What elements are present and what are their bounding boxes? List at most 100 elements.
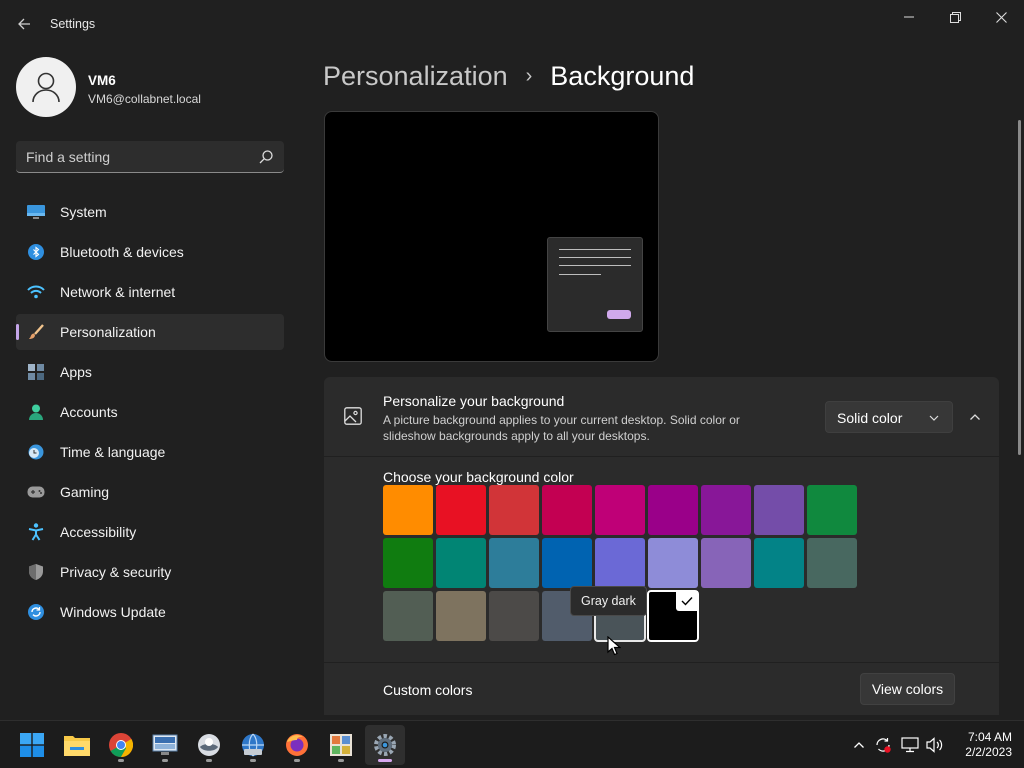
taskbar-settings[interactable] bbox=[365, 725, 405, 765]
title-bar: Settings bbox=[0, 0, 1024, 48]
choose-color-label: Choose your background color bbox=[383, 469, 574, 485]
sidebar-item-apps[interactable]: Apps bbox=[16, 354, 284, 390]
minimize-button[interactable] bbox=[886, 4, 932, 30]
color-swatch[interactable] bbox=[542, 485, 592, 535]
sidebar-item-system[interactable]: System bbox=[16, 194, 284, 230]
clock-time: 7:04 AM bbox=[967, 730, 1012, 744]
color-swatch[interactable] bbox=[383, 538, 433, 588]
user-icon bbox=[32, 72, 60, 103]
sidebar-item-label: Windows Update bbox=[60, 604, 166, 620]
color-swatch[interactable] bbox=[701, 485, 751, 535]
sidebar-item-label: Bluetooth & devices bbox=[60, 244, 184, 260]
apps-icon bbox=[27, 363, 45, 381]
sidebar-item-bluetooth[interactable]: Bluetooth & devices bbox=[16, 234, 284, 270]
color-tooltip: Gray dark bbox=[570, 586, 647, 616]
chevron-up-icon bbox=[854, 742, 864, 748]
taskbar-app[interactable] bbox=[189, 725, 229, 765]
taskbar-control-panel[interactable] bbox=[321, 725, 361, 765]
chevron-up-icon bbox=[970, 414, 980, 420]
sidebar-item-network[interactable]: Network & internet bbox=[16, 274, 284, 310]
color-swatch[interactable] bbox=[436, 591, 486, 641]
color-swatch[interactable] bbox=[383, 591, 433, 641]
running-indicator bbox=[250, 759, 256, 762]
sidebar-item-personalization[interactable]: Personalization bbox=[16, 314, 284, 350]
sidebar-item-privacy-security[interactable]: Privacy & security bbox=[16, 554, 284, 590]
color-swatch[interactable] bbox=[648, 485, 698, 535]
sidebar-item-gaming[interactable]: Gaming bbox=[16, 474, 284, 510]
taskbar-chrome[interactable] bbox=[101, 725, 141, 765]
personalize-title: Personalize your background bbox=[383, 393, 565, 409]
color-swatch[interactable] bbox=[647, 590, 699, 642]
sidebar-item-accounts[interactable]: Accounts bbox=[16, 394, 284, 430]
breadcrumb-parent[interactable]: Personalization bbox=[323, 61, 508, 92]
scrollbar[interactable] bbox=[1018, 120, 1021, 455]
color-swatch[interactable] bbox=[807, 485, 857, 535]
color-swatch[interactable] bbox=[754, 485, 804, 535]
color-swatch[interactable] bbox=[754, 538, 804, 588]
running-indicator bbox=[162, 759, 168, 762]
taskbar-remote-desktop[interactable] bbox=[145, 725, 185, 765]
avatar bbox=[16, 57, 76, 117]
sidebar-item-accessibility[interactable]: Accessibility bbox=[16, 514, 284, 550]
volume-icon bbox=[926, 737, 943, 753]
search-box[interactable] bbox=[16, 141, 284, 173]
back-button[interactable] bbox=[10, 10, 38, 38]
network-icon bbox=[901, 737, 919, 753]
color-swatch[interactable] bbox=[595, 485, 645, 535]
user-card[interactable]: VM6 VM6@collabnet.local bbox=[16, 57, 286, 119]
personalize-background-card: Personalize your background A picture ba… bbox=[324, 377, 999, 456]
user-name: VM6 bbox=[88, 73, 116, 88]
collapse-button[interactable] bbox=[963, 403, 987, 431]
background-color-section: Choose your background color bbox=[324, 457, 999, 662]
running-indicator bbox=[294, 759, 300, 762]
wifi-icon bbox=[27, 283, 45, 301]
sidebar-item-label: Network & internet bbox=[60, 284, 176, 300]
sidebar-item-time-language[interactable]: Time & language bbox=[16, 434, 284, 470]
shield-icon bbox=[27, 563, 45, 581]
clock-globe-icon bbox=[27, 443, 45, 461]
chevron-down-icon bbox=[929, 415, 939, 421]
color-swatch[interactable] bbox=[701, 538, 751, 588]
color-swatch[interactable] bbox=[436, 485, 486, 535]
close-button[interactable] bbox=[978, 4, 1024, 30]
running-indicator bbox=[206, 759, 212, 762]
color-swatch[interactable] bbox=[436, 538, 486, 588]
color-swatch[interactable] bbox=[807, 538, 857, 588]
sidebar-item-label: System bbox=[60, 204, 107, 220]
running-indicator bbox=[338, 759, 344, 762]
control-panel-icon bbox=[330, 734, 352, 756]
taskbar-clock[interactable]: 7:04 AM 2/2/2023 bbox=[948, 730, 1012, 760]
app-title: Settings bbox=[50, 17, 96, 31]
color-swatch[interactable] bbox=[595, 538, 645, 588]
clock-date: 2/2/2023 bbox=[965, 745, 1012, 759]
taskbar-network-app[interactable] bbox=[233, 725, 273, 765]
start-button[interactable] bbox=[12, 725, 52, 765]
sidebar-item-label: Accounts bbox=[60, 404, 118, 420]
show-hidden-icons-button[interactable] bbox=[849, 735, 869, 755]
color-swatch[interactable] bbox=[489, 591, 539, 641]
taskbar-file-explorer[interactable] bbox=[57, 725, 97, 765]
color-swatch[interactable] bbox=[489, 485, 539, 535]
sidebar-item-windows-update[interactable]: Windows Update bbox=[16, 594, 284, 630]
volume-control[interactable] bbox=[925, 735, 945, 755]
search-input[interactable] bbox=[26, 147, 246, 167]
restore-button[interactable] bbox=[932, 4, 978, 30]
taskbar-firefox[interactable] bbox=[277, 725, 317, 765]
search-icon[interactable] bbox=[258, 149, 274, 165]
color-swatch[interactable] bbox=[383, 485, 433, 535]
view-colors-button[interactable]: View colors bbox=[860, 673, 955, 705]
color-swatch[interactable] bbox=[489, 538, 539, 588]
color-swatch[interactable] bbox=[542, 538, 592, 588]
accounts-icon bbox=[27, 403, 45, 421]
color-swatch-grid bbox=[383, 485, 863, 645]
background-type-dropdown[interactable]: Solid color bbox=[825, 401, 953, 433]
custom-colors-row: Custom colors View colors bbox=[324, 663, 999, 715]
sync-status[interactable] bbox=[873, 735, 893, 755]
running-indicator bbox=[118, 759, 124, 762]
color-swatch[interactable] bbox=[648, 538, 698, 588]
background-type-value: Solid color bbox=[837, 410, 903, 426]
network-globe-icon bbox=[242, 733, 264, 757]
network-status[interactable] bbox=[900, 735, 920, 755]
running-indicator bbox=[378, 759, 392, 762]
remote-desktop-icon bbox=[152, 734, 178, 755]
